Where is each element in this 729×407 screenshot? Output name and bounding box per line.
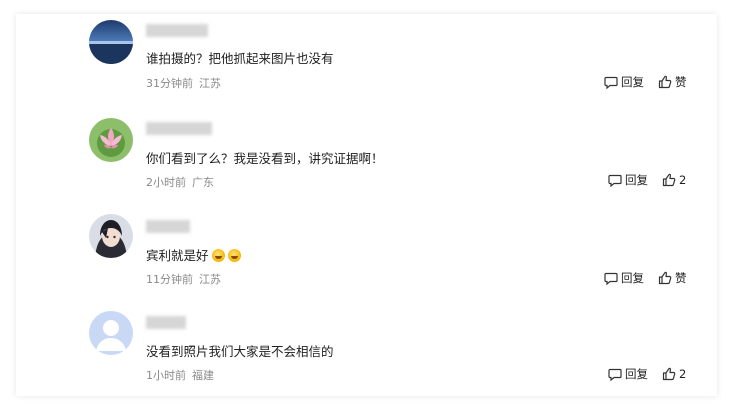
like-button[interactable]: 2 [662,367,686,381]
comment-text: 没看到照片我们大家是不会相信的 [146,344,334,359]
comment-bubble-icon [604,76,618,89]
like-count: 赞 [675,271,687,285]
comment-actions: 回复 赞 [604,270,687,286]
comment-time: 1小时前 [146,369,186,382]
username-blurred[interactable] [146,220,190,233]
reply-button[interactable]: 回复 [604,270,644,286]
comment-location: 江苏 [199,273,221,286]
comment-time: 31分钟前 [146,77,193,90]
username-blurred[interactable] [146,24,208,37]
comment-item: 你们看到了么？我是没看到，讲究证据啊！ 2小时前 广东 回复 2 [16,112,717,208]
laughing-crying-emoji-icon [211,249,225,262]
username-blurred[interactable] [146,122,212,135]
comment-actions: 回复 赞 [604,74,687,90]
like-count: 2 [679,173,687,187]
comment-bubble-icon [608,368,622,381]
comment-location: 福建 [192,369,214,382]
reply-label: 回复 [621,75,644,89]
avatar[interactable] [89,118,133,162]
comment-meta: 1小时前 福建 [146,367,214,383]
like-button[interactable]: 2 [662,173,686,187]
avatar[interactable] [89,311,133,355]
like-count: 2 [679,367,687,381]
comment-location: 广东 [192,176,214,189]
laughing-crying-emoji-icon [227,249,241,262]
like-count: 赞 [675,75,687,89]
like-button[interactable]: 赞 [658,270,687,286]
reply-button[interactable]: 回复 [604,74,644,90]
comment-location: 江苏 [199,77,221,90]
username-blurred[interactable] [146,316,186,329]
thumbs-up-icon [658,271,672,285]
reply-button[interactable]: 回复 [608,366,648,382]
comment-text: 你们看到了么？我是没看到，讲究证据啊！ [146,151,384,166]
comment-bubble-icon [604,272,618,285]
comment-text: 谁拍摄的？把他抓起来图片也没有 [146,51,334,66]
comment-meta: 2小时前 广东 [146,174,214,190]
reply-label: 回复 [621,271,644,285]
default-user-icon [89,311,133,355]
reply-button[interactable]: 回复 [608,172,648,188]
comment-time: 11分钟前 [146,273,193,286]
comment-item: 宾利就是好 11分钟前 江苏 回复 赞 [16,210,717,306]
thumbs-up-icon [658,75,672,89]
comment-bubble-icon [608,174,622,187]
like-button[interactable]: 赞 [658,74,687,90]
comment-actions: 回复 2 [608,366,686,382]
comment-item: 没看到照片我们大家是不会相信的 1小时前 福建 回复 2 [16,308,717,404]
avatar[interactable] [89,20,133,64]
comment-list: 谁拍摄的？把他抓起来图片也没有 31分钟前 江苏 回复 赞 你们看到了么？我是没… [16,14,717,396]
reply-label: 回复 [625,173,648,187]
comment-text-content: 宾利就是好 [146,248,209,263]
comment-meta: 31分钟前 江苏 [146,75,221,91]
thumbs-up-icon [662,367,676,381]
comment-actions: 回复 2 [608,172,686,188]
comment-item: 谁拍摄的？把他抓起来图片也没有 31分钟前 江苏 回复 赞 [16,14,717,110]
comment-text: 宾利就是好 [146,245,241,264]
avatar[interactable] [89,214,133,258]
comment-time: 2小时前 [146,176,186,189]
thumbs-up-icon [662,173,676,187]
comment-meta: 11分钟前 江苏 [146,271,221,287]
reply-label: 回复 [625,367,648,381]
